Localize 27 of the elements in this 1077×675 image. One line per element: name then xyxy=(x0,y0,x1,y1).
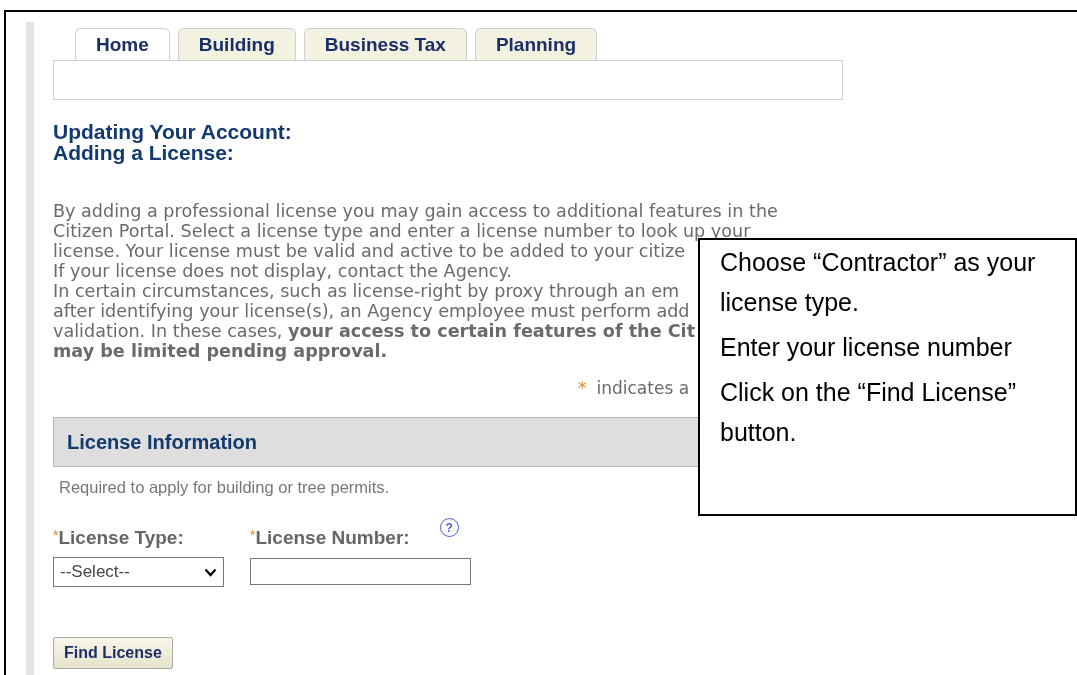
chevron-down-icon xyxy=(204,567,217,577)
required-asterisk: * xyxy=(53,527,59,543)
intro-text-line: may be limited pending approval. xyxy=(53,341,388,361)
page-heading: Updating Your Account: xyxy=(53,121,293,142)
callout-text: Choose “Contractor” as your license type. xyxy=(720,247,1037,318)
required-note: indicates a xyxy=(596,378,690,398)
license-number-field[interactable] xyxy=(250,558,471,585)
license-type-dropdown[interactable]: --Select-- xyxy=(53,557,224,587)
callout-text: Enter your license number xyxy=(720,332,1013,363)
tab[interactable]: Business Tax xyxy=(303,28,467,61)
field-label: License Number: xyxy=(255,527,410,549)
field-label: License Type: xyxy=(58,527,184,549)
section-description: Required to apply for building or tree permits. xyxy=(59,478,391,497)
intro-text-line: If your license does not display, contact the Agency. xyxy=(53,261,512,281)
intro-text-line: By adding a professional license you may gain access to additional features in the xyxy=(53,201,778,221)
page-heading: Adding a License: xyxy=(53,142,235,163)
required-asterisk: * xyxy=(578,378,587,398)
intro-text-line: validation. In these cases, your access to certain features of the Cit xyxy=(53,321,696,341)
required-asterisk: * xyxy=(250,527,256,543)
find-license-button[interactable]: Find License xyxy=(53,637,173,669)
intro-text-line: license. Your license must be valid and active to be added to your citize xyxy=(53,241,686,261)
intro-text-line: In certain circumstances, such as license-right by proxy through an em xyxy=(53,281,680,301)
tab[interactable]: Building xyxy=(177,28,296,61)
tab[interactable]: Planning xyxy=(474,28,598,61)
tab[interactable]: Home xyxy=(75,28,170,61)
intro-text-line: Citizen Portal. Select a license type and enter a license number to look up your xyxy=(53,221,751,241)
intro-text-line: after identifying your license(s), an Agency employee must perform add xyxy=(53,301,690,321)
